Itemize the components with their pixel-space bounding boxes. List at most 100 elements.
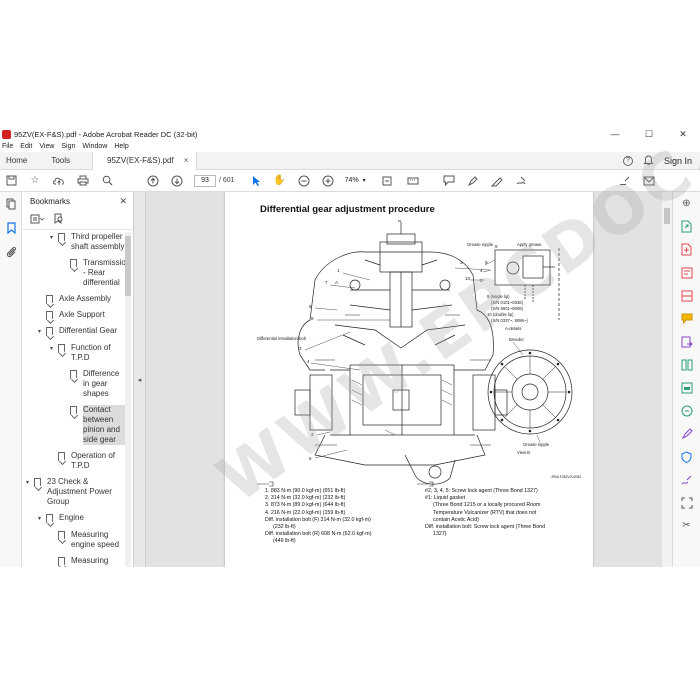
find-bookmark-icon[interactable]	[54, 213, 64, 226]
collapse-panel-handle[interactable]: ◂	[134, 192, 146, 567]
torque-notes-left: 1. 883 N-m (90.0 kgf-m) (651 lb-ft) 2. 31…	[265, 488, 415, 546]
fill-sign-icon[interactable]	[514, 174, 528, 188]
options-menu-icon[interactable]	[30, 214, 45, 226]
previous-page-icon[interactable]	[146, 174, 160, 188]
request-signature-icon[interactable]	[673, 468, 700, 491]
maximize-button[interactable]: ☐	[632, 129, 666, 140]
svg-text:8: 8	[311, 316, 314, 321]
svg-text:3: 3	[299, 346, 302, 351]
close-window-button[interactable]: ✕	[666, 129, 700, 140]
email-icon[interactable]	[642, 174, 656, 188]
help-icon[interactable]: ?	[622, 155, 633, 166]
create-pdf-icon[interactable]	[673, 238, 700, 261]
organize-pages-icon[interactable]	[673, 353, 700, 376]
export-pdf-icon[interactable]	[673, 215, 700, 238]
torque-note-line: 3. 873 N-m (89.0 kgf-m) (644 lb-ft)	[265, 502, 346, 509]
protect-icon[interactable]	[673, 445, 700, 468]
menu-view[interactable]: View	[39, 143, 54, 150]
upload-cloud-icon[interactable]	[52, 174, 66, 188]
zoom-select[interactable]: 74% ▾	[345, 177, 366, 184]
menu-file[interactable]: File	[2, 143, 13, 150]
bookmark-icon	[34, 478, 41, 487]
bookmark-label: Differential Gear	[59, 326, 118, 335]
torque-note-line: (Three Bond 1215 or a locally procured R…	[433, 502, 541, 509]
torque-note-line: 1. 883 N-m (90.0 kgf-m) (651 lb-ft)	[265, 488, 346, 494]
document-scroll-thumb[interactable]	[664, 208, 670, 224]
notifications-bell-icon[interactable]	[643, 155, 654, 166]
bookmark-item[interactable]: Measuring	[22, 556, 126, 566]
bookmarks-scroll-thumb[interactable]	[125, 236, 131, 296]
hand-tool-icon[interactable]: ✋	[273, 174, 287, 188]
page-number-input[interactable]: 93	[194, 174, 216, 187]
bookmark-item[interactable]: ▾ Engine	[22, 513, 126, 524]
bookmark-star-icon[interactable]: ☆	[28, 174, 42, 188]
save-icon[interactable]	[4, 174, 18, 188]
menu-sign[interactable]: Sign	[61, 143, 75, 150]
expand-chevron-icon[interactable]: ▾	[26, 478, 34, 488]
close-bookmarks-icon[interactable]: ✕	[119, 196, 127, 207]
tab-home[interactable]: Home	[0, 152, 33, 170]
fill-sign-tool-icon[interactable]	[673, 422, 700, 445]
redact-icon[interactable]	[673, 376, 700, 399]
document-scrollbar[interactable]	[662, 192, 672, 567]
bookmarks-scrollbar[interactable]	[125, 232, 131, 567]
page-thumbnails-icon[interactable]	[0, 192, 22, 216]
expand-chevron-icon[interactable]: ▾	[50, 344, 58, 354]
tab-document[interactable]: 95ZV(EX-F&S).pdf ×	[92, 151, 198, 170]
zoom-in-icon[interactable]	[321, 174, 335, 188]
svg-text:4: 4	[307, 359, 310, 364]
bookmark-item[interactable]: ▾ 23 Check & Adjustment Power Group	[22, 477, 126, 507]
expand-chevron-icon[interactable]: ▾	[38, 514, 46, 524]
comment-icon[interactable]	[442, 174, 456, 188]
tab-tools[interactable]: Tools	[45, 152, 76, 170]
bookmarks-panel-icon[interactable]	[0, 216, 22, 240]
bookmark-item[interactable]: Transmission - Rear differential	[22, 258, 126, 288]
expand-chevron-icon[interactable]: ▾	[50, 233, 58, 243]
attachments-icon[interactable]	[0, 240, 22, 264]
more-tools-icon[interactable]: ✂	[673, 514, 700, 537]
keyboard-icon[interactable]	[406, 174, 420, 188]
bookmark-item[interactable]: ▾ Third propeller shaft assembly	[22, 232, 126, 252]
page-heading: Differential gear adjustment procedure	[260, 204, 435, 215]
zoom-out-icon[interactable]	[297, 174, 311, 188]
edit-pdf-icon[interactable]	[673, 261, 700, 284]
bookmarks-list: ▾ Third propeller shaft assembly Transmiss…	[22, 232, 126, 567]
compare-icon[interactable]	[673, 399, 700, 422]
scan-icon[interactable]	[673, 491, 700, 514]
svg-text:2: 2	[311, 432, 314, 437]
search-icon[interactable]	[100, 174, 114, 188]
print-icon[interactable]	[76, 174, 90, 188]
send-review-icon[interactable]	[673, 330, 700, 353]
select-cursor-icon[interactable]	[249, 174, 263, 188]
tab-document-label: 95ZV(EX-F&S).pdf	[107, 156, 174, 165]
bookmark-item[interactable]: ▾ Differential Gear	[22, 326, 126, 337]
minimize-button[interactable]: —	[598, 129, 632, 140]
svg-text:2: 2	[480, 278, 483, 283]
menu-edit[interactable]: Edit	[20, 143, 32, 150]
close-tab-icon[interactable]: ×	[184, 156, 189, 165]
bookmark-item[interactable]: Axle Support	[22, 310, 126, 320]
fit-page-icon[interactable]	[380, 174, 394, 188]
torque-note-line: (449 lb-ft)	[273, 538, 296, 545]
sign-in-link[interactable]: Sign In	[664, 156, 692, 166]
expand-chevron-icon[interactable]: ▾	[38, 327, 46, 337]
draw-icon[interactable]	[490, 174, 504, 188]
bookmark-item[interactable]: Contact between pinion and side gear	[22, 405, 126, 445]
bookmark-item[interactable]: Axle Assembly	[22, 294, 126, 304]
bookmark-item[interactable]: Measuring engine speed	[22, 530, 126, 550]
bookmark-item[interactable]: Operation of T.P.D	[22, 451, 126, 471]
zoom-search-icon[interactable]: ⊕	[673, 192, 700, 215]
bookmark-label: 23 Check & Adjustment Power Group	[47, 477, 112, 506]
highlight-pen-icon[interactable]	[466, 174, 480, 188]
comment-tool-icon[interactable]	[673, 307, 700, 330]
menu-help[interactable]: Help	[114, 143, 128, 150]
bookmark-icon	[58, 557, 65, 566]
next-page-icon[interactable]	[170, 174, 184, 188]
sign-pen-icon[interactable]	[618, 174, 632, 188]
menu-bar: File Edit View Sign Window Help	[0, 141, 700, 152]
menu-window[interactable]: Window	[82, 143, 107, 150]
bookmark-item[interactable]: ▾ Function of T.P.D	[22, 343, 126, 363]
bookmark-label: Axle Support	[59, 310, 105, 319]
bookmark-item[interactable]: Difference in gear shapes	[22, 369, 126, 399]
combine-files-icon[interactable]	[673, 284, 700, 307]
